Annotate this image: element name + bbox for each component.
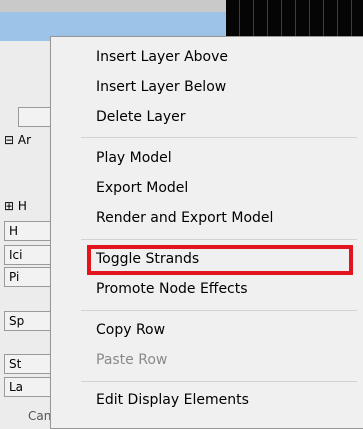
menu-item-insert-layer-below[interactable]: Insert Layer Below	[96, 76, 226, 98]
menu-item-export-model[interactable]: Export Model	[96, 177, 188, 199]
menu-item-insert-layer-above[interactable]: Insert Layer Above	[96, 46, 228, 68]
menu-item-delete-layer[interactable]: Delete Layer	[96, 106, 185, 128]
menu-item-play-model[interactable]: Play Model	[96, 147, 172, 169]
menu-separator	[81, 137, 357, 138]
menu-separator	[81, 239, 357, 240]
menu-item-promote-node-effects[interactable]: Promote Node Effects	[96, 278, 248, 300]
annotation-highlight-box	[87, 245, 353, 275]
menu-item-render-and-export-model[interactable]: Render and Export Model	[96, 207, 273, 229]
menu-separator	[81, 310, 357, 311]
context-menu: Insert Layer Above Insert Layer Below De…	[50, 36, 363, 429]
menu-separator	[81, 381, 357, 382]
menu-item-copy-row[interactable]: Copy Row	[96, 319, 165, 341]
menu-item-edit-display-elements[interactable]: Edit Display Elements	[96, 389, 249, 411]
menu-item-paste-row: Paste Row	[96, 352, 168, 368]
